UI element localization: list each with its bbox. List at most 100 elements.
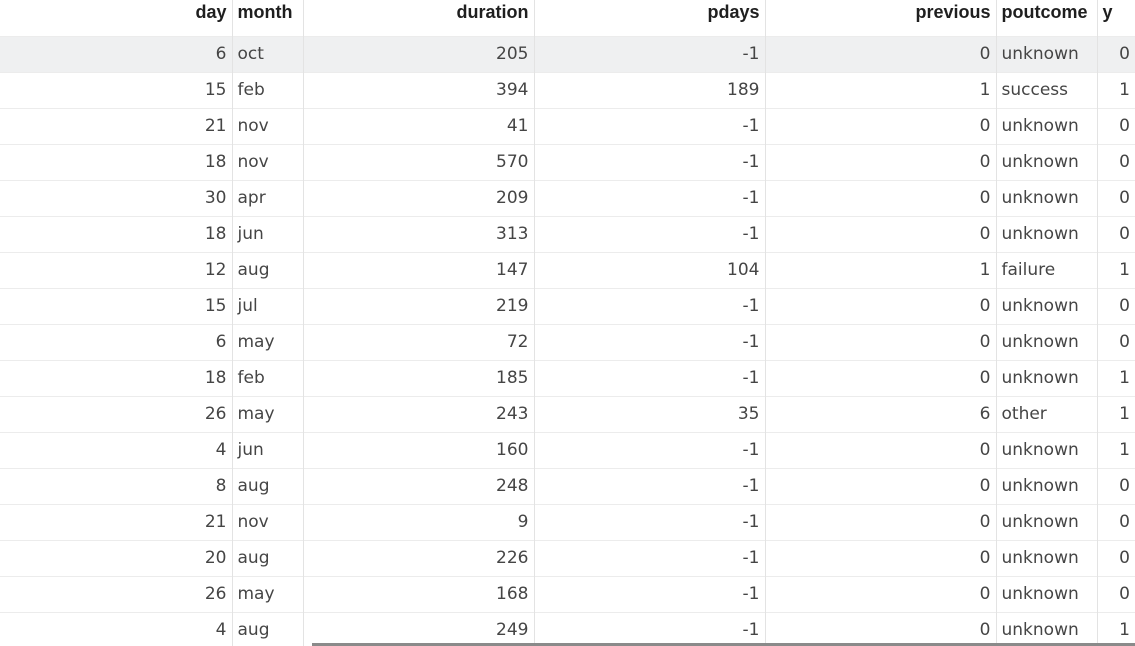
table-row[interactable]: 21 nov 9 -1 0 unknown 0 xyxy=(0,503,1135,540)
cell-previous[interactable]: 0 xyxy=(765,215,997,252)
cell-day[interactable]: 18 xyxy=(0,143,233,180)
cell-y[interactable]: 1 xyxy=(1097,611,1135,646)
cell-pdays[interactable]: -1 xyxy=(534,431,766,468)
cell-previous[interactable]: 0 xyxy=(765,611,997,646)
cell-duration[interactable]: 41 xyxy=(303,107,535,144)
cell-month[interactable]: nov xyxy=(232,503,304,540)
cell-day[interactable]: 15 xyxy=(0,71,233,108)
cell-duration[interactable]: 249 xyxy=(303,611,535,646)
cell-duration[interactable]: 209 xyxy=(303,179,535,216)
cell-poutcome[interactable]: unknown xyxy=(996,575,1098,612)
cell-month[interactable]: jun xyxy=(232,431,304,468)
column-header-duration[interactable]: duration xyxy=(303,0,535,36)
cell-month[interactable]: aug xyxy=(232,251,304,288)
cell-day[interactable]: 4 xyxy=(0,431,233,468)
cell-pdays[interactable]: 35 xyxy=(534,395,766,432)
cell-month[interactable]: may xyxy=(232,575,304,612)
cell-poutcome[interactable]: unknown xyxy=(996,287,1098,324)
table-row[interactable]: 26 may 168 -1 0 unknown 0 xyxy=(0,575,1135,612)
cell-pdays[interactable]: -1 xyxy=(534,539,766,576)
cell-pdays[interactable]: -1 xyxy=(534,503,766,540)
table-row[interactable]: 6 oct 205 -1 0 unknown 0 xyxy=(0,35,1135,72)
cell-duration[interactable]: 185 xyxy=(303,359,535,396)
cell-poutcome[interactable]: unknown xyxy=(996,107,1098,144)
cell-y[interactable]: 0 xyxy=(1097,287,1135,324)
cell-y[interactable]: 1 xyxy=(1097,251,1135,288)
cell-poutcome[interactable]: unknown xyxy=(996,431,1098,468)
cell-previous[interactable]: 0 xyxy=(765,431,997,468)
cell-day[interactable]: 21 xyxy=(0,503,233,540)
cell-y[interactable]: 0 xyxy=(1097,215,1135,252)
cell-month[interactable]: jun xyxy=(232,215,304,252)
table-row[interactable]: 15 jul 219 -1 0 unknown 0 xyxy=(0,287,1135,324)
cell-poutcome[interactable]: unknown xyxy=(996,503,1098,540)
cell-day[interactable]: 12 xyxy=(0,251,233,288)
cell-y[interactable]: 0 xyxy=(1097,35,1135,72)
cell-day[interactable]: 20 xyxy=(0,539,233,576)
cell-month[interactable]: may xyxy=(232,323,304,360)
cell-month[interactable]: oct xyxy=(232,35,304,72)
cell-previous[interactable]: 0 xyxy=(765,503,997,540)
cell-y[interactable]: 1 xyxy=(1097,359,1135,396)
cell-previous[interactable]: 0 xyxy=(765,287,997,324)
cell-pdays[interactable]: 104 xyxy=(534,251,766,288)
cell-poutcome[interactable]: unknown xyxy=(996,215,1098,252)
cell-pdays[interactable]: 189 xyxy=(534,71,766,108)
table-row[interactable]: 20 aug 226 -1 0 unknown 0 xyxy=(0,539,1135,576)
cell-duration[interactable]: 226 xyxy=(303,539,535,576)
cell-poutcome[interactable]: unknown xyxy=(996,323,1098,360)
cell-pdays[interactable]: -1 xyxy=(534,35,766,72)
cell-day[interactable]: 8 xyxy=(0,467,233,504)
table-row[interactable]: 21 nov 41 -1 0 unknown 0 xyxy=(0,107,1135,144)
cell-previous[interactable]: 0 xyxy=(765,467,997,504)
cell-previous[interactable]: 0 xyxy=(765,35,997,72)
cell-day[interactable]: 21 xyxy=(0,107,233,144)
cell-y[interactable]: 1 xyxy=(1097,431,1135,468)
table-row[interactable]: 6 may 72 -1 0 unknown 0 xyxy=(0,323,1135,360)
cell-pdays[interactable]: -1 xyxy=(534,575,766,612)
cell-previous[interactable]: 0 xyxy=(765,179,997,216)
cell-duration[interactable]: 168 xyxy=(303,575,535,612)
cell-pdays[interactable]: -1 xyxy=(534,359,766,396)
cell-month[interactable]: apr xyxy=(232,179,304,216)
cell-day[interactable]: 18 xyxy=(0,215,233,252)
cell-duration[interactable]: 219 xyxy=(303,287,535,324)
cell-pdays[interactable]: -1 xyxy=(534,287,766,324)
cell-previous[interactable]: 6 xyxy=(765,395,997,432)
cell-month[interactable]: may xyxy=(232,395,304,432)
cell-previous[interactable]: 0 xyxy=(765,575,997,612)
cell-day[interactable]: 15 xyxy=(0,287,233,324)
cell-day[interactable]: 30 xyxy=(0,179,233,216)
cell-poutcome[interactable]: failure xyxy=(996,251,1098,288)
cell-previous[interactable]: 0 xyxy=(765,539,997,576)
cell-duration[interactable]: 9 xyxy=(303,503,535,540)
cell-previous[interactable]: 0 xyxy=(765,359,997,396)
cell-duration[interactable]: 248 xyxy=(303,467,535,504)
cell-previous[interactable]: 0 xyxy=(765,107,997,144)
cell-pdays[interactable]: -1 xyxy=(534,107,766,144)
cell-duration[interactable]: 205 xyxy=(303,35,535,72)
cell-month[interactable]: aug xyxy=(232,539,304,576)
cell-duration[interactable]: 160 xyxy=(303,431,535,468)
cell-poutcome[interactable]: unknown xyxy=(996,359,1098,396)
cell-duration[interactable]: 243 xyxy=(303,395,535,432)
cell-poutcome[interactable]: unknown xyxy=(996,179,1098,216)
cell-day[interactable]: 6 xyxy=(0,35,233,72)
cell-pdays[interactable]: -1 xyxy=(534,323,766,360)
cell-y[interactable]: 1 xyxy=(1097,71,1135,108)
cell-pdays[interactable]: -1 xyxy=(534,215,766,252)
cell-duration[interactable]: 394 xyxy=(303,71,535,108)
cell-poutcome[interactable]: unknown xyxy=(996,467,1098,504)
cell-poutcome[interactable]: unknown xyxy=(996,35,1098,72)
cell-y[interactable]: 1 xyxy=(1097,395,1135,432)
cell-month[interactable]: nov xyxy=(232,143,304,180)
table-row[interactable]: 18 nov 570 -1 0 unknown 0 xyxy=(0,143,1135,180)
cell-duration[interactable]: 147 xyxy=(303,251,535,288)
cell-duration[interactable]: 313 xyxy=(303,215,535,252)
cell-previous[interactable]: 1 xyxy=(765,251,997,288)
column-header-pdays[interactable]: pdays xyxy=(534,0,766,36)
cell-duration[interactable]: 72 xyxy=(303,323,535,360)
cell-day[interactable]: 26 xyxy=(0,395,233,432)
cell-y[interactable]: 0 xyxy=(1097,143,1135,180)
cell-month[interactable]: feb xyxy=(232,71,304,108)
